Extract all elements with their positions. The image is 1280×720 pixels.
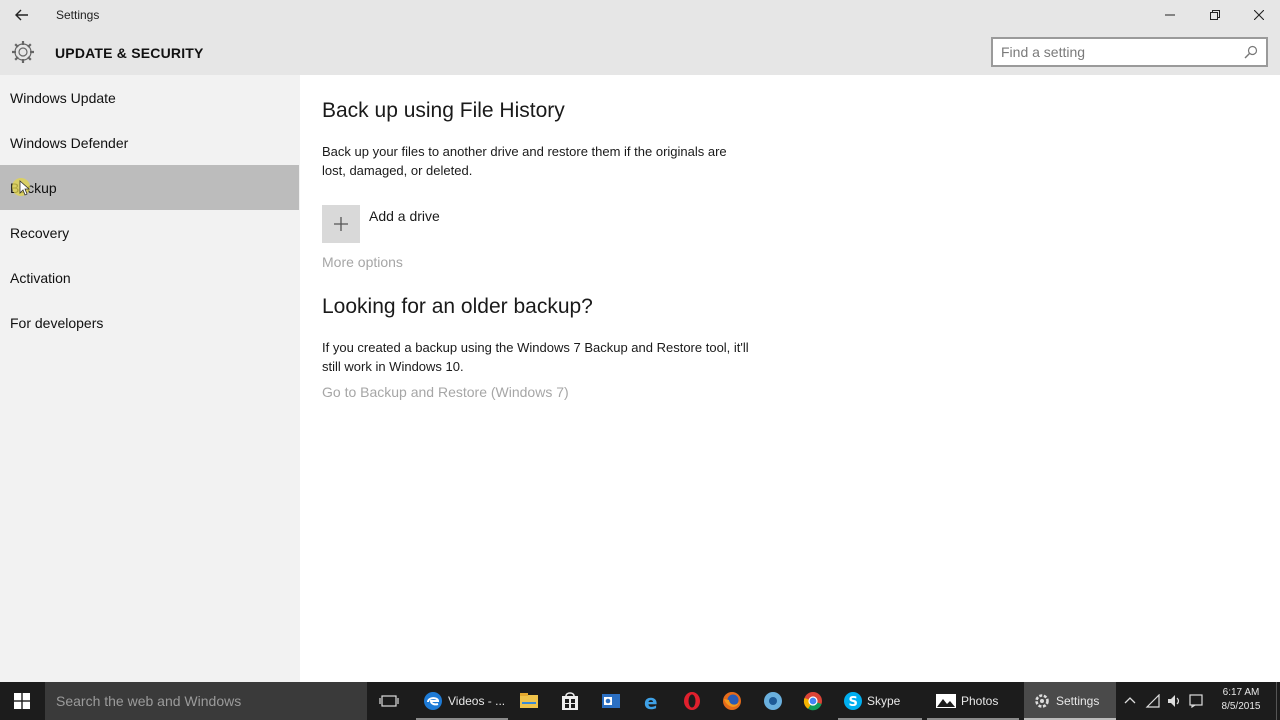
chevron-up-icon[interactable]	[1124, 695, 1136, 707]
internet-explorer-icon[interactable]: e	[641, 690, 663, 712]
sidebar-item-label: For developers	[10, 314, 104, 331]
edge-icon	[424, 692, 442, 710]
taskbar-app-label: Photos	[961, 694, 999, 708]
file-history-heading: Back up using File History	[322, 99, 565, 122]
restore-icon	[1210, 10, 1220, 20]
taskbar-search-placeholder: Search the web and Windows	[56, 693, 242, 709]
windows-logo-icon	[14, 693, 30, 709]
sidebar-item-label: Windows Defender	[10, 134, 129, 151]
sidebar-item-label: Windows Update	[10, 89, 116, 106]
more-options-link[interactable]: More options	[322, 254, 403, 270]
volume-icon[interactable]	[1166, 693, 1182, 709]
sidebar-item-backup[interactable]: Backup	[0, 165, 299, 210]
sidebar: Windows Update Windows Defender Backup R…	[0, 75, 300, 682]
taskbar: Search the web and Windows Videos - ... …	[0, 682, 1280, 720]
add-drive-tile[interactable]	[322, 205, 360, 243]
system-clock[interactable]: 6:17 AM 8/5/2015	[1210, 686, 1272, 714]
gear-icon	[12, 41, 34, 63]
main-content: Back up using File History Back up your …	[300, 75, 1280, 682]
opera-icon[interactable]	[681, 690, 703, 712]
network-icon[interactable]	[1145, 694, 1161, 708]
minimize-icon	[1165, 14, 1175, 16]
minimize-button[interactable]	[1148, 0, 1192, 30]
photos-icon	[936, 694, 956, 708]
taskbar-app-label: Skype	[867, 694, 901, 708]
show-desktop-button[interactable]	[1276, 682, 1280, 720]
mouse-cursor-icon	[12, 178, 31, 196]
restore-button[interactable]	[1193, 0, 1237, 30]
section-title: UPDATE & SECURITY	[55, 45, 204, 61]
svg-text:S: S	[849, 695, 858, 710]
find-setting-search-box[interactable]	[991, 37, 1268, 67]
back-button[interactable]	[8, 2, 36, 28]
notification-icon[interactable]	[1189, 694, 1203, 708]
svg-text:e: e	[644, 690, 658, 712]
app-title: Settings	[56, 8, 100, 22]
settings-header: UPDATE & SECURITY	[0, 32, 1280, 75]
file-explorer-icon[interactable]	[518, 690, 540, 712]
back-arrow-icon	[15, 9, 28, 21]
taskbar-search-box[interactable]: Search the web and Windows	[45, 682, 367, 720]
add-drive-button[interactable]: Add a drive	[322, 205, 440, 243]
sidebar-item-activation[interactable]: Activation	[0, 255, 299, 300]
outlook-icon[interactable]	[600, 690, 622, 712]
clock-time: 6:17 AM	[1222, 687, 1260, 698]
chrome-icon[interactable]	[802, 690, 824, 712]
backup-and-restore-link[interactable]: Go to Backup and Restore (Windows 7)	[322, 384, 569, 400]
older-backup-heading: Looking for an older backup?	[322, 295, 593, 318]
taskbar-app-edge[interactable]: Videos - ...	[416, 682, 508, 720]
close-button[interactable]	[1237, 0, 1280, 30]
sidebar-item-windows-update[interactable]: Windows Update	[0, 75, 299, 120]
chrome-app-icon[interactable]	[762, 690, 784, 712]
older-backup-description: If you created a backup using the Window…	[322, 340, 749, 374]
taskbar-app-settings[interactable]: Settings	[1024, 682, 1116, 720]
clock-date: 8/5/2015	[1221, 701, 1261, 712]
sidebar-item-label: Recovery	[10, 224, 70, 241]
close-icon	[1254, 10, 1264, 20]
sidebar-item-recovery[interactable]: Recovery	[0, 210, 299, 255]
firefox-icon[interactable]	[721, 690, 743, 712]
plus-icon	[334, 217, 348, 231]
title-bar: Settings	[0, 0, 1280, 32]
file-history-description: Back up your files to another drive and …	[322, 144, 727, 178]
taskbar-app-photos[interactable]: Photos	[927, 682, 1019, 720]
taskbar-app-label: Videos - ...	[448, 694, 506, 708]
sidebar-item-label: Activation	[10, 269, 71, 286]
settings-gear-icon	[1035, 694, 1049, 708]
search-icon[interactable]	[1244, 45, 1258, 59]
store-icon[interactable]	[559, 690, 581, 712]
add-drive-label: Add a drive	[369, 208, 440, 224]
sidebar-item-windows-defender[interactable]: Windows Defender	[0, 120, 299, 165]
search-input[interactable]	[1001, 43, 1241, 61]
sidebar-item-for-developers[interactable]: For developers	[0, 300, 299, 345]
task-view-icon[interactable]	[378, 690, 400, 712]
taskbar-app-skype[interactable]: S Skype	[838, 682, 922, 720]
skype-icon: S	[844, 692, 862, 710]
taskbar-app-label: Settings	[1056, 694, 1100, 708]
start-button[interactable]	[0, 682, 44, 720]
